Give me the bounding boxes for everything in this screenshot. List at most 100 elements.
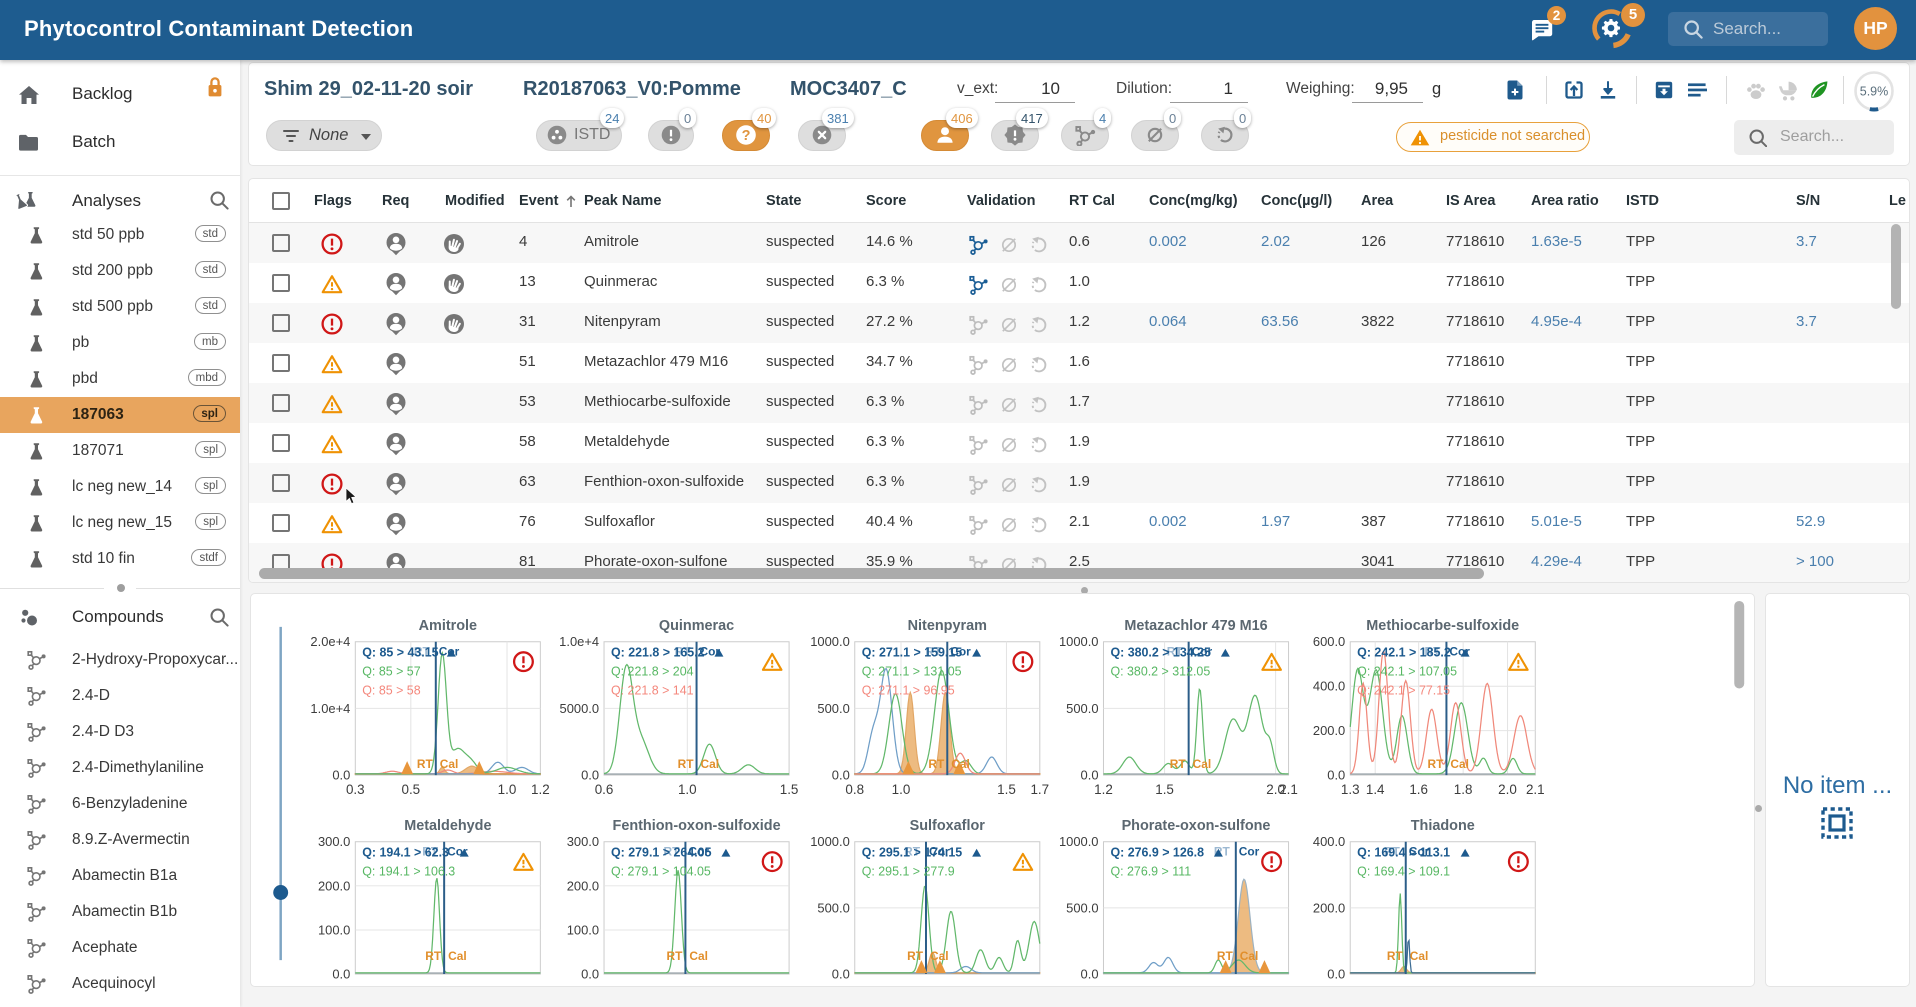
svg-text:Q: 169.4 > 113.1: Q: 169.4 > 113.1 — [1357, 846, 1450, 860]
svg-text:Cal: Cal — [701, 757, 720, 771]
svg-text:Q: 85 > 57: Q: 85 > 57 — [362, 665, 420, 679]
svg-text:1.5: 1.5 — [1155, 782, 1174, 797]
svg-text:100.0: 100.0 — [567, 922, 599, 937]
svg-text:Methiocarbe-sulfoxide: Methiocarbe-sulfoxide — [1366, 618, 1519, 634]
svg-text:2.1: 2.1 — [1526, 782, 1545, 797]
svg-text:Cal: Cal — [440, 757, 459, 771]
svg-text:0.0: 0.0 — [832, 967, 850, 982]
svg-text:RT: RT — [425, 949, 442, 963]
svg-text:500.0: 500.0 — [1066, 900, 1098, 915]
svg-text:1.3: 1.3 — [1341, 782, 1360, 797]
svg-text:0.0: 0.0 — [1081, 768, 1099, 783]
svg-text:Amitrole: Amitrole — [419, 618, 477, 634]
svg-text:600.0: 600.0 — [1313, 634, 1345, 649]
svg-text:Cor: Cor — [1239, 845, 1260, 859]
svg-text:0.0: 0.0 — [832, 768, 850, 783]
svg-text:300.0: 300.0 — [567, 834, 599, 849]
svg-text:Q: 380.2 > 312.05: Q: 380.2 > 312.05 — [1110, 665, 1210, 679]
svg-text:1.0: 1.0 — [892, 782, 911, 797]
svg-text:100.0: 100.0 — [318, 922, 350, 937]
svg-text:Q: 295.1 > 174.15: Q: 295.1 > 174.15 — [862, 846, 963, 860]
svg-text:200.0: 200.0 — [318, 878, 350, 893]
svg-text:500.0: 500.0 — [817, 900, 849, 915]
svg-text:1.8: 1.8 — [1454, 782, 1473, 797]
svg-text:2.1: 2.1 — [1279, 782, 1298, 797]
svg-text:0.0: 0.0 — [332, 768, 350, 783]
svg-text:2.0e+4: 2.0e+4 — [310, 634, 350, 649]
svg-text:0.0: 0.0 — [1327, 967, 1345, 982]
svg-text:200.0: 200.0 — [1313, 723, 1345, 738]
svg-text:Q: 271.1 > 131.05: Q: 271.1 > 131.05 — [862, 665, 962, 679]
svg-text:400.0: 400.0 — [1313, 834, 1345, 849]
svg-text:RT: RT — [1217, 949, 1234, 963]
svg-text:?: ? — [742, 128, 751, 144]
svg-text:1.5: 1.5 — [780, 782, 799, 797]
svg-text:1.0e+4: 1.0e+4 — [559, 634, 599, 649]
svg-text:Q: 85 > 58: Q: 85 > 58 — [362, 683, 420, 697]
svg-text:0.6: 0.6 — [595, 782, 614, 797]
svg-text:200.0: 200.0 — [1313, 900, 1345, 915]
svg-text:Phorate-oxon-sulfone: Phorate-oxon-sulfone — [1122, 818, 1271, 834]
svg-text:1.2: 1.2 — [1094, 782, 1113, 797]
svg-text:Q: 295.1 > 277.9: Q: 295.1 > 277.9 — [862, 865, 955, 879]
svg-text:0.0: 0.0 — [581, 967, 599, 982]
svg-text:RT: RT — [1428, 757, 1445, 771]
svg-text:Metazachlor 479 M16: Metazachlor 479 M16 — [1124, 618, 1267, 634]
svg-text:Q: 279.1 > 264.05: Q: 279.1 > 264.05 — [611, 846, 712, 860]
svg-text:Cal: Cal — [448, 949, 467, 963]
svg-text:1.7: 1.7 — [1030, 782, 1049, 797]
svg-text:1.5: 1.5 — [997, 782, 1016, 797]
svg-text:Cal: Cal — [1240, 949, 1259, 963]
svg-text:Q: 221.8 > 204: Q: 221.8 > 204 — [611, 665, 694, 679]
svg-text:300.0: 300.0 — [318, 834, 350, 849]
svg-text:RT: RT — [678, 757, 695, 771]
svg-text:5000.0: 5000.0 — [560, 701, 600, 716]
svg-text:1.0: 1.0 — [678, 782, 697, 797]
svg-text:RT: RT — [1170, 757, 1187, 771]
svg-text:Cal: Cal — [1450, 757, 1469, 771]
svg-text:0.8: 0.8 — [845, 782, 864, 797]
svg-text:RT: RT — [907, 949, 924, 963]
svg-text:Q: 271.1 > 96.95: Q: 271.1 > 96.95 — [862, 683, 955, 697]
svg-text:1.0: 1.0 — [498, 782, 517, 797]
svg-text:500.0: 500.0 — [1066, 701, 1098, 716]
svg-text:Q: 194.1 > 62.3: Q: 194.1 > 62.3 — [362, 846, 449, 860]
svg-text:Cal: Cal — [930, 949, 949, 963]
svg-text:Cal: Cal — [689, 949, 708, 963]
svg-text:Q: 169.4 > 109.1: Q: 169.4 > 109.1 — [1357, 865, 1450, 879]
svg-text:Q: 276.9 > 126.8: Q: 276.9 > 126.8 — [1110, 846, 1204, 860]
svg-text:Q: 85 > 43.15: Q: 85 > 43.15 — [362, 646, 438, 660]
svg-text:1000.0: 1000.0 — [1059, 634, 1099, 649]
svg-text:1.4: 1.4 — [1366, 782, 1385, 797]
svg-text:400.0: 400.0 — [1313, 679, 1345, 694]
svg-text:RT: RT — [417, 757, 434, 771]
svg-text:1.0e+4: 1.0e+4 — [310, 701, 350, 716]
svg-text:Metaldehyde: Metaldehyde — [404, 818, 491, 834]
svg-text:500.0: 500.0 — [817, 701, 849, 716]
svg-text:Cal: Cal — [1193, 757, 1212, 771]
svg-text:Quinmerac: Quinmerac — [659, 618, 734, 634]
svg-text:RT: RT — [928, 757, 945, 771]
svg-text:RT: RT — [667, 949, 684, 963]
svg-text:0.0: 0.0 — [581, 768, 599, 783]
svg-text:Cal: Cal — [1410, 949, 1429, 963]
svg-text:Q: 276.9 > 111: Q: 276.9 > 111 — [1110, 865, 1191, 879]
svg-text:1.6: 1.6 — [1409, 782, 1428, 797]
svg-text:Thiadone: Thiadone — [1411, 818, 1475, 834]
svg-text:0.3: 0.3 — [346, 782, 365, 797]
svg-text:0.0: 0.0 — [332, 967, 350, 982]
svg-text:Cal: Cal — [951, 757, 970, 771]
svg-text:0.0: 0.0 — [1081, 967, 1099, 982]
svg-text:Q: 271.1 > 159.15: Q: 271.1 > 159.15 — [862, 646, 963, 660]
svg-text:5.9%: 5.9% — [1860, 85, 1889, 99]
svg-text:RT: RT — [1387, 949, 1404, 963]
svg-text:1000.0: 1000.0 — [810, 634, 850, 649]
svg-text:1.2: 1.2 — [531, 782, 550, 797]
svg-text:Sulfoxaflor: Sulfoxaflor — [910, 818, 986, 834]
svg-text:Fenthion-oxon-sulfoxide: Fenthion-oxon-sulfoxide — [613, 818, 781, 834]
svg-text:2.0: 2.0 — [1498, 782, 1517, 797]
svg-text:Nitenpyram: Nitenpyram — [908, 618, 987, 634]
svg-text:Q: 242.1 > 185.2: Q: 242.1 > 185.2 — [1357, 646, 1451, 660]
svg-text:Q: 380.2 > 134.25: Q: 380.2 > 134.25 — [1110, 646, 1211, 660]
svg-text:Q: 242.1 > 107.05: Q: 242.1 > 107.05 — [1357, 665, 1457, 679]
